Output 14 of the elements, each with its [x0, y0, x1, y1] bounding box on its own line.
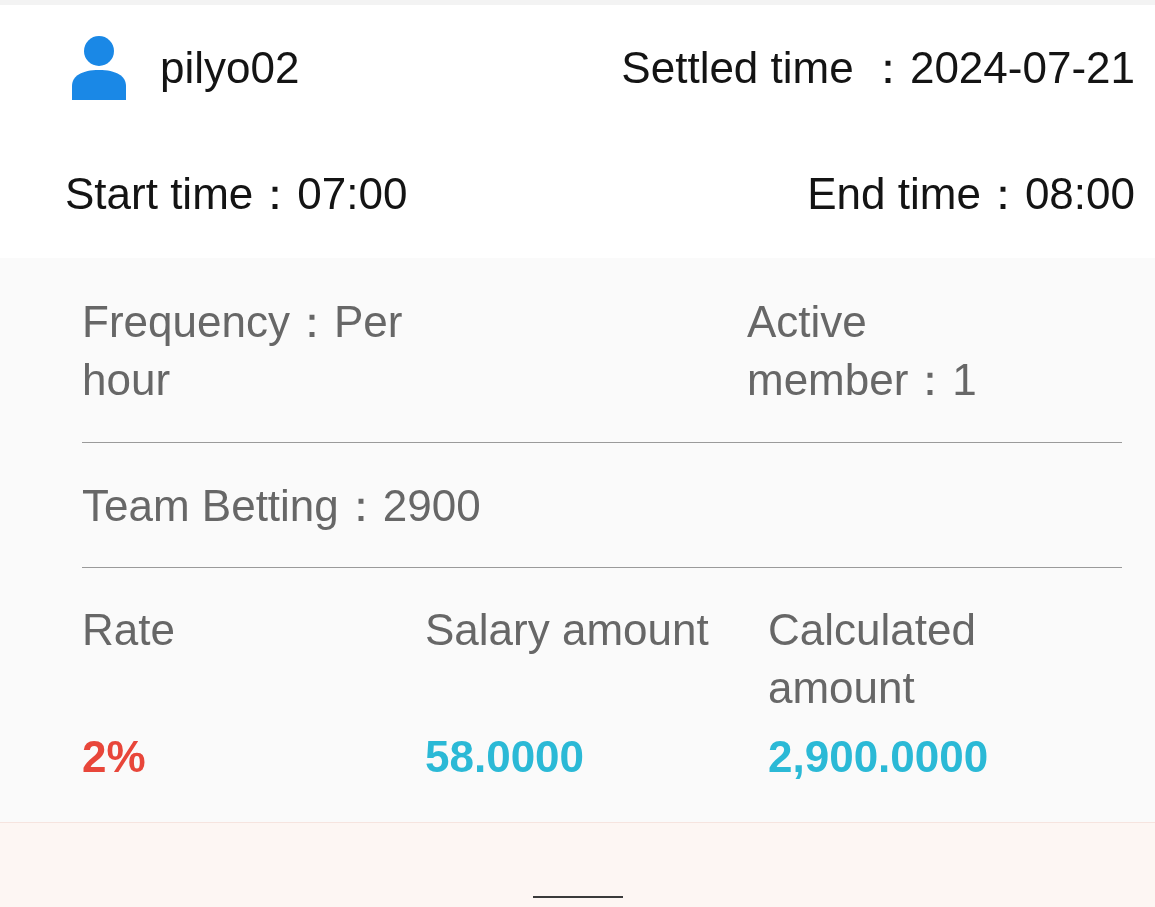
end-time: End time：08:00	[807, 168, 1135, 220]
frequency: Frequency：Per hour	[82, 296, 404, 406]
settled-time: Settled time ：2024-07-21	[621, 41, 1135, 94]
column-header: Rate	[82, 604, 176, 656]
column-value: 2,900.0000	[768, 731, 990, 783]
start-time: Start time：07:00	[65, 168, 408, 220]
column-value: 2%	[82, 731, 147, 783]
column-header: Salary amount	[425, 604, 710, 656]
column-value: 58.0000	[425, 731, 586, 783]
column-header: Calculated amount	[768, 604, 977, 714]
active-member: Active member：1	[747, 296, 978, 406]
team-betting: Team Betting：2900	[82, 481, 481, 530]
username: pilyo02	[160, 41, 300, 94]
person-icon	[72, 35, 126, 100]
